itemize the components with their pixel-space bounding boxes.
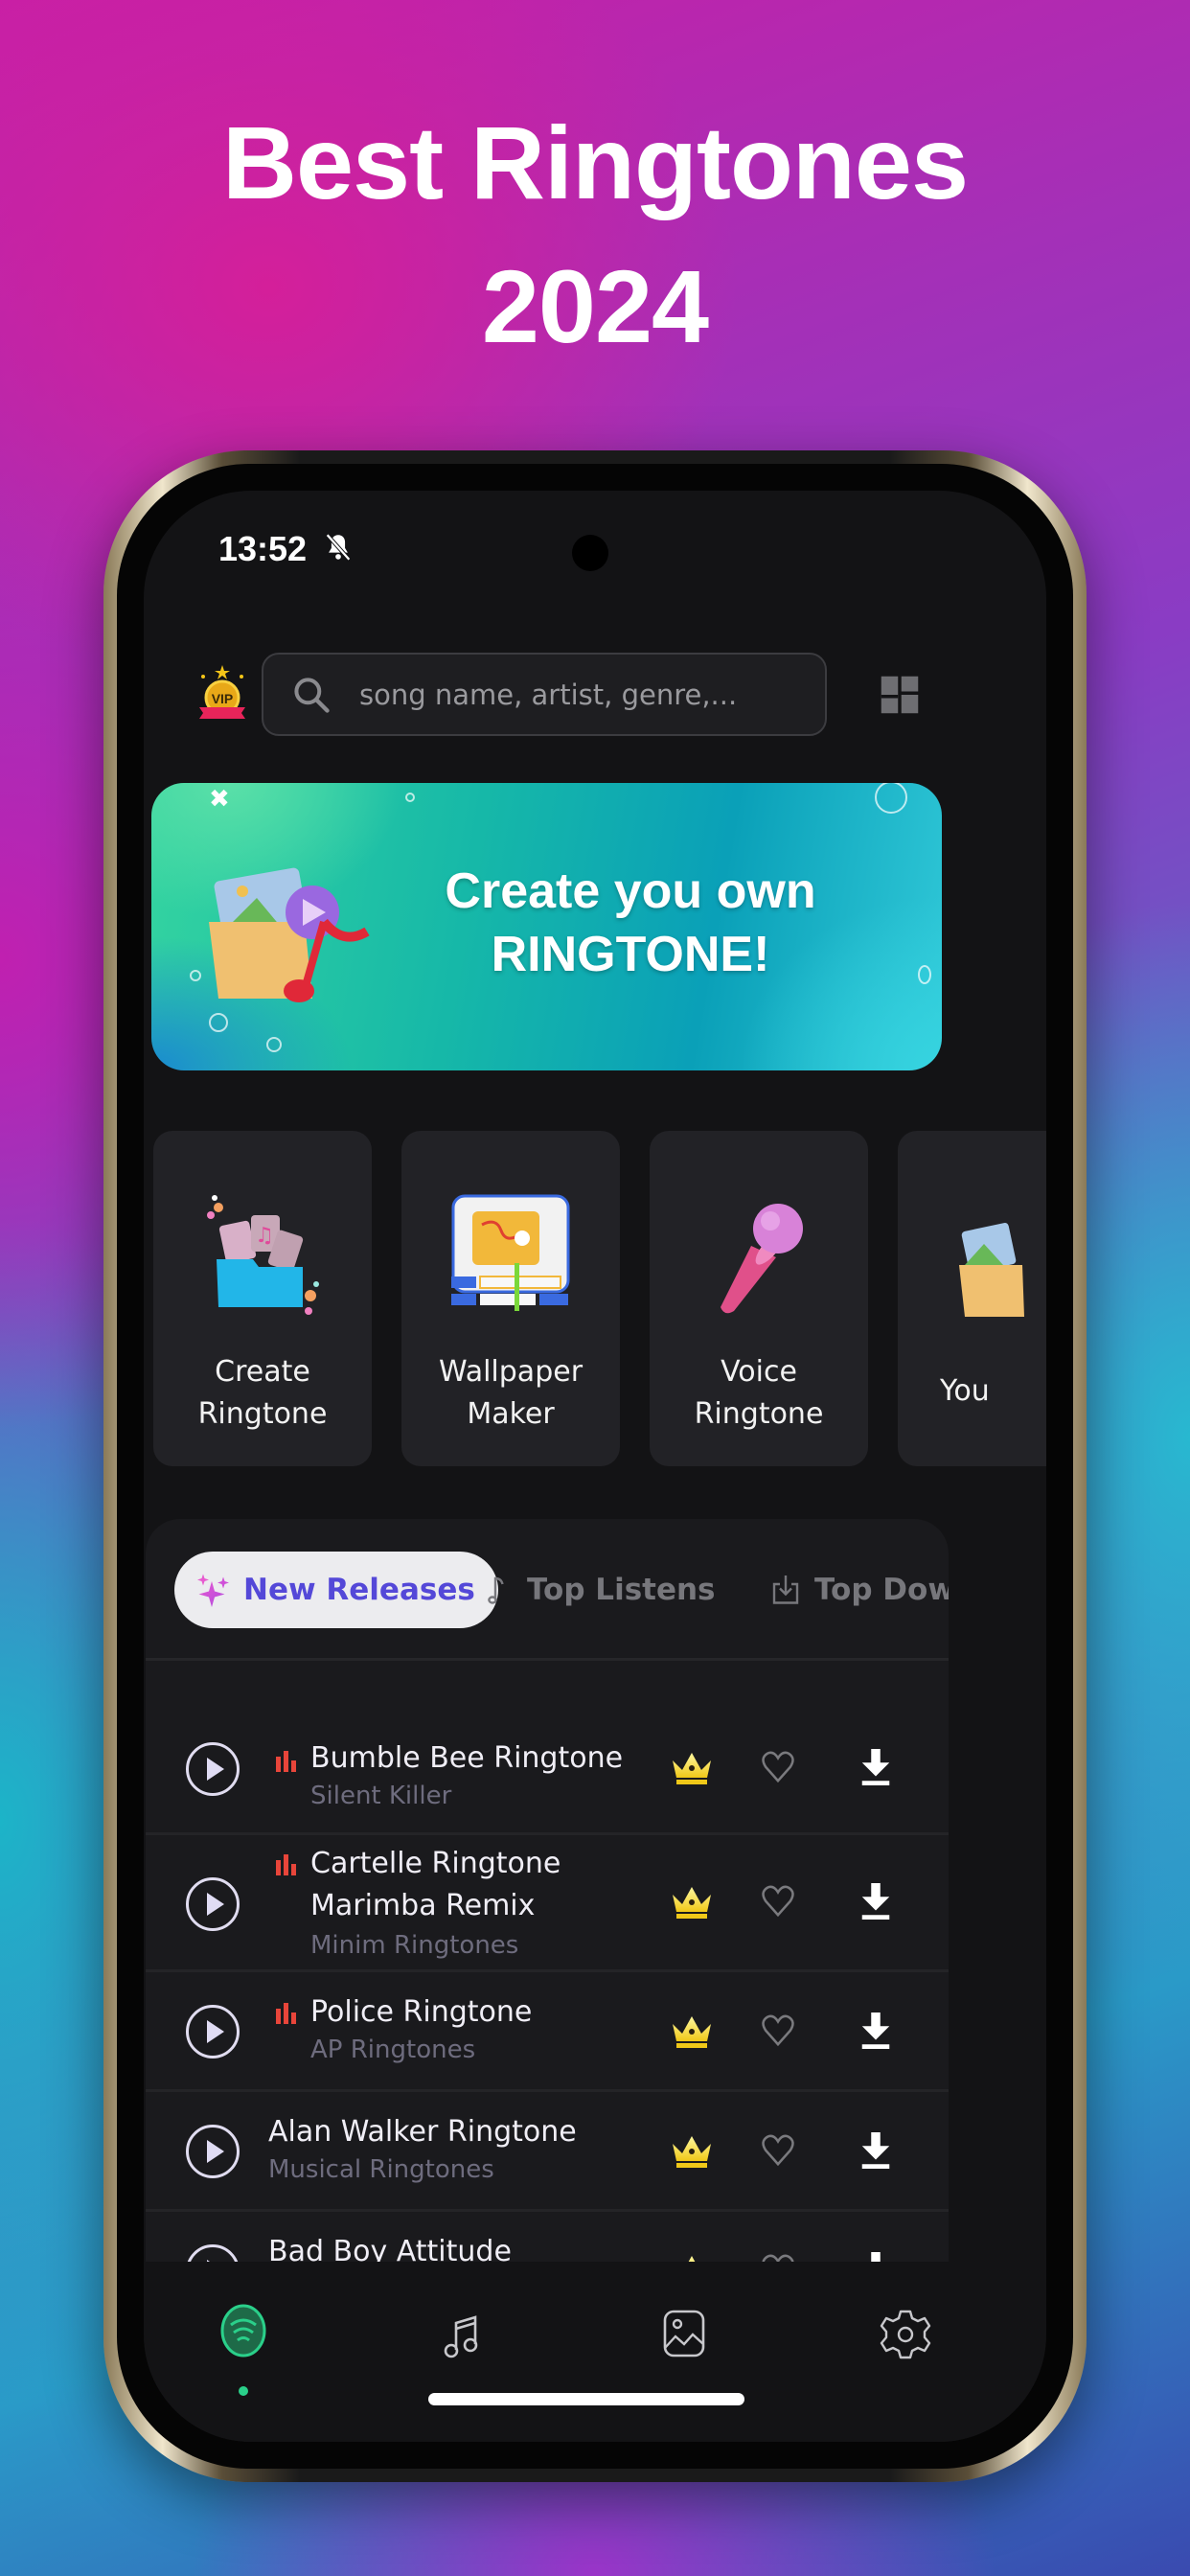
play-button[interactable] [186, 1877, 240, 1931]
vip-badge-icon[interactable]: VIP [194, 663, 251, 724]
tab-label: Top Down [814, 1573, 949, 1607]
favorite-heart-icon[interactable] [759, 2012, 797, 2049]
header-row: VIP [144, 652, 1046, 738]
folder-music-art [209, 867, 370, 1002]
ringtone-title: Alan Walker Ringtone [268, 2115, 577, 2149]
premium-crown-icon [673, 1887, 711, 1919]
banner-decoration [266, 1037, 282, 1052]
ringtone-title: Police Ringtone [310, 1995, 533, 2029]
ringtone-title-line2: Marimba Remix [310, 1889, 536, 1922]
banner-line1: Create you own [445, 863, 816, 919]
download-icon[interactable] [859, 2012, 892, 2049]
feature-create-ringtone[interactable]: ♫ Create Ringtone [153, 1131, 372, 1466]
banner-text: Create you own RINGTONE! [415, 860, 846, 986]
feature-label-line1: Voice [721, 1355, 797, 1389]
feature-label: Create Ringtone [153, 1351, 372, 1436]
bell-muted-icon [326, 533, 351, 562]
tab-top-downloads[interactable]: Top Down [768, 1552, 949, 1628]
status-bar: 13:52 [144, 491, 1046, 596]
layout-grid-icon[interactable] [880, 675, 920, 715]
favorite-heart-icon[interactable] [759, 1883, 797, 1920]
banner-decoration [875, 783, 907, 814]
feature-label: Voice Ringtone [650, 1351, 868, 1436]
promo-headline: Best Ringtones 2024 [0, 91, 1190, 379]
banner-decoration [209, 1013, 228, 1032]
feature-voice-ringtone[interactable]: Voice Ringtone [650, 1131, 868, 1466]
ringtone-row[interactable]: Cartelle Ringtone Marimba Remix Minim Ri… [146, 1835, 949, 1972]
download-box-icon [772, 1576, 799, 1604]
promo-headline-line2: 2024 [481, 248, 709, 364]
search-bar[interactable] [262, 653, 827, 736]
ringtone-row[interactable]: Police Ringtone AP Ringtones [146, 1972, 949, 2092]
feature-carousel[interactable]: ♫ Create Ringtone Wallpaper Maker Voice … [153, 1131, 1046, 1466]
folder-music-icon: ♫ [207, 1195, 319, 1315]
tab-top-listens[interactable]: Top Listens [481, 1552, 716, 1628]
banner-decoration [405, 793, 415, 802]
trending-bars-icon [276, 2003, 296, 2024]
ringtone-artist: Minim Ringtones [310, 1931, 519, 1960]
microphone-icon [721, 1204, 803, 1314]
category-tabs: New Releases Top Listens Top Down [146, 1519, 949, 1661]
feature-label: You [898, 1370, 1046, 1413]
front-camera [572, 535, 608, 571]
active-indicator [239, 2386, 248, 2396]
ringtone-title: Cartelle Ringtone [310, 1847, 561, 1880]
download-icon[interactable] [859, 1883, 892, 1920]
tab-new-releases[interactable]: New Releases [174, 1552, 498, 1628]
feature-partial[interactable]: You [898, 1131, 1046, 1466]
feature-label-line2: Maker [467, 1397, 555, 1431]
create-ringtone-banner[interactable]: ✖ Create you own RINGTONE! [151, 783, 942, 1070]
tab-label: Top Listens [527, 1573, 716, 1607]
trending-bars-icon [276, 1854, 296, 1875]
premium-crown-icon [673, 2136, 711, 2168]
promo-headline-line1: Best Ringtones [221, 104, 969, 220]
tab-label: New Releases [243, 1573, 475, 1607]
feature-label-line1: Wallpaper [438, 1355, 584, 1389]
premium-crown-icon [673, 1753, 711, 1784]
premium-crown-icon [673, 2016, 711, 2048]
bottom-navigation [144, 2262, 1046, 2442]
play-button[interactable] [186, 1742, 240, 1796]
ringtone-artist: Silent Killer [310, 1782, 452, 1810]
feature-label-line2: Ringtone [197, 1397, 328, 1431]
banner-decoration [918, 965, 931, 984]
banner-line2: RINGTONE! [491, 927, 770, 982]
phone-bezel: 13:52 VIP song name, artist, genre,... ✖… [117, 464, 1073, 2469]
ringtone-artist: Musical Ringtones [268, 2155, 494, 2184]
ringtone-row[interactable]: Alan Walker Ringtone Musical Ringtones [146, 2092, 949, 2212]
trending-bars-icon [276, 1751, 296, 1772]
gear-icon[interactable] [872, 2300, 939, 2367]
download-icon[interactable] [859, 1749, 892, 1785]
favorite-heart-icon[interactable] [759, 1749, 797, 1785]
svg-text:VIP: VIP [212, 691, 234, 706]
ringtone-row[interactable]: Bumble Bee Ringtone Silent Killer [146, 1701, 949, 1835]
close-x-icon: ✖ [209, 785, 230, 814]
svg-text:♫: ♫ [255, 1224, 274, 1248]
home-indicator[interactable] [428, 2393, 744, 2405]
download-icon[interactable] [859, 2132, 892, 2169]
folder-image-icon [959, 1223, 1024, 1317]
search-input[interactable] [359, 655, 810, 734]
app-screen: 13:52 VIP song name, artist, genre,... ✖… [144, 491, 1046, 2442]
ringtone-title: Bumble Bee Ringtone [310, 1741, 624, 1775]
feature-label: Wallpaper Maker [401, 1351, 620, 1436]
status-time: 13:52 [218, 529, 308, 568]
wave-circle-icon[interactable] [210, 2300, 277, 2367]
play-button[interactable] [186, 2005, 240, 2058]
ringtone-list-panel: New Releases Top Listens Top Down [146, 1519, 949, 2298]
search-icon [294, 678, 330, 713]
ringtone-artist: AP Ringtones [310, 2036, 476, 2064]
sparkles-icon [197, 1574, 229, 1607]
phone-frame: 13:52 VIP song name, artist, genre,... ✖… [103, 450, 1087, 2482]
feature-label-line1: You [940, 1374, 990, 1408]
play-button[interactable] [186, 2125, 240, 2178]
wallpaper-editor-icon [451, 1194, 570, 1311]
feature-label-line1: Create [215, 1355, 310, 1389]
music-note-icon [488, 1576, 504, 1604]
feature-label-line2: Ringtone [694, 1397, 824, 1431]
favorite-heart-icon[interactable] [759, 2132, 797, 2169]
image-icon[interactable] [652, 2300, 719, 2367]
music-note-icon[interactable] [431, 2300, 498, 2367]
feature-wallpaper-maker[interactable]: Wallpaper Maker [401, 1131, 620, 1466]
